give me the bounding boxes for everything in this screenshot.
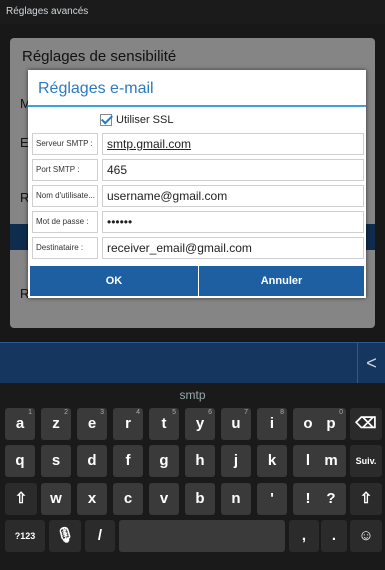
dialog-title-divider [28, 105, 366, 107]
symbols-button[interactable]: ?123 [5, 520, 45, 552]
ssl-label: Utiliser SSL [116, 114, 174, 126]
email-settings-dialog: Réglages e-mail Utiliser SSL Serveur SMT… [28, 70, 366, 298]
cancel-button[interactable]: Annuler [199, 266, 364, 296]
key-v[interactable]: v [149, 483, 179, 515]
screen: Réglages avancés Réglages de sensibilité… [0, 0, 385, 570]
key-u[interactable]: u7 [221, 408, 251, 440]
key-e[interactable]: e3 [77, 408, 107, 440]
field-label: Port SMTP : [32, 159, 98, 181]
key-i[interactable]: i8 [257, 408, 287, 440]
field-label: Serveur SMTP : [32, 133, 98, 155]
smtp-port-input[interactable]: 465 [102, 159, 364, 181]
field-label: Nom d'utilisate... [32, 185, 98, 207]
key-g[interactable]: g [149, 445, 179, 477]
smtp-server-input[interactable]: smtp.gmail.com [102, 133, 364, 155]
ok-button[interactable]: OK [30, 266, 198, 296]
username-input[interactable]: username@gmail.com [102, 185, 364, 207]
dialog-title: Réglages e-mail [38, 80, 154, 97]
key-a[interactable]: a1 [5, 408, 35, 440]
key-s[interactable]: s [41, 445, 71, 477]
field-label: Mot de passe : [32, 211, 98, 233]
key-question[interactable]: ? [316, 483, 346, 515]
next-button[interactable]: Suiv. [350, 445, 382, 477]
key-k[interactable]: k [257, 445, 287, 477]
username-row: Nom d'utilisate... username@gmail.com [30, 185, 364, 209]
key-j[interactable]: j [221, 445, 251, 477]
key-h[interactable]: h [185, 445, 215, 477]
key-t[interactable]: t5 [149, 408, 179, 440]
smtp-port-row: Port SMTP : 465 [30, 159, 364, 183]
field-value: smtp.gmail.com [107, 137, 192, 151]
recipient-input[interactable]: receiver_email@gmail.com [102, 237, 364, 259]
keyboard: smtp a1 z2 e3 r4 t5 y6 u7 i8 o9 p0 ⌫ q s… [0, 383, 385, 570]
key-m[interactable]: m [316, 445, 346, 477]
suggestion-strip[interactable]: smtp [0, 383, 385, 407]
key-q[interactable]: q [5, 445, 35, 477]
key-c[interactable]: c [113, 483, 143, 515]
key-comma[interactable]: , [289, 520, 319, 552]
shift-icon[interactable]: ⇧ [350, 483, 382, 515]
shift-icon[interactable]: ⇧ [5, 483, 37, 515]
ssl-checkbox[interactable] [100, 114, 112, 126]
key-x[interactable]: x [77, 483, 107, 515]
microphone-icon[interactable]: 🎙 [49, 520, 81, 552]
key-r[interactable]: r4 [113, 408, 143, 440]
key-d[interactable]: d [77, 445, 107, 477]
key-f[interactable]: f [113, 445, 143, 477]
ssl-checkbox-row[interactable]: Utiliser SSL [100, 112, 173, 128]
keyboard-top-bar: < [0, 342, 385, 384]
key-p[interactable]: p0 [316, 408, 346, 440]
delete-icon[interactable]: ⌫ [350, 408, 382, 440]
key-z[interactable]: z2 [41, 408, 71, 440]
field-label: Destinataire : [32, 237, 98, 259]
window-title: Réglages avancés [0, 0, 385, 24]
smtp-server-row: Serveur SMTP : smtp.gmail.com [30, 133, 364, 157]
key-period[interactable]: . [321, 520, 347, 552]
key-b[interactable]: b [185, 483, 215, 515]
key-n[interactable]: n [221, 483, 251, 515]
password-row: Mot de passe : •••••• [30, 211, 364, 235]
back-icon[interactable]: < [357, 343, 385, 384]
emoji-icon[interactable]: ☺ [350, 520, 382, 552]
key-slash[interactable]: / [85, 520, 115, 552]
recipient-row: Destinataire : receiver_email@gmail.com [30, 237, 364, 261]
key-y[interactable]: y6 [185, 408, 215, 440]
space-bar[interactable] [119, 520, 285, 552]
password-input[interactable]: •••••• [102, 211, 364, 233]
key-w[interactable]: w [41, 483, 71, 515]
key-apostrophe[interactable]: ' [257, 483, 287, 515]
